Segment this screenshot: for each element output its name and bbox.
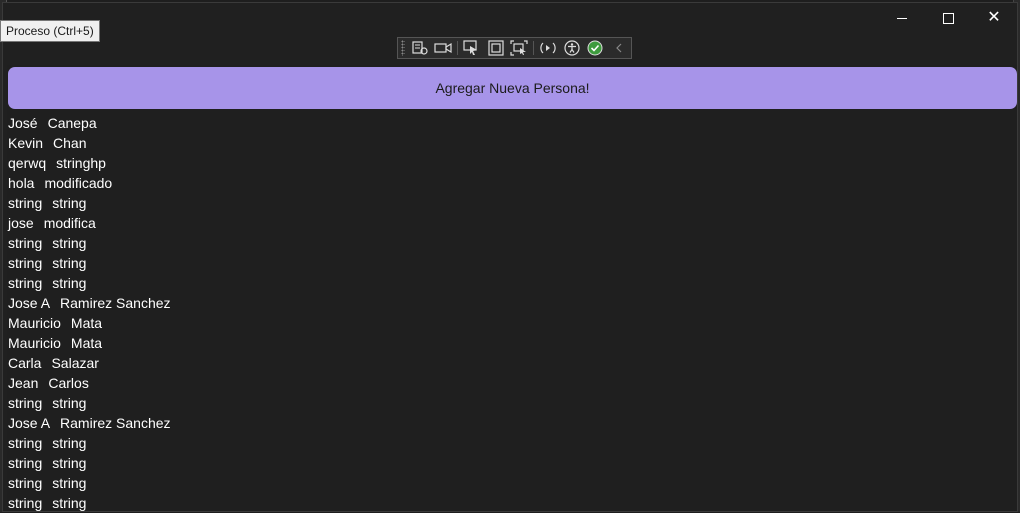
person-last-name: stringhp [56, 155, 106, 171]
person-list-item: jose modifica [8, 213, 171, 233]
person-first-name: jose [8, 215, 34, 231]
person-list-item: string string [8, 233, 171, 253]
add-new-person-button[interactable]: Agregar Nueva Persona! [8, 67, 1017, 109]
close-icon: ✕ [987, 9, 1001, 26]
maximize-icon [942, 12, 954, 24]
person-first-name: Jose A [8, 295, 51, 311]
track-focus-icon[interactable] [507, 38, 531, 58]
person-first-name: Jean [8, 375, 39, 391]
person-last-name: string [52, 395, 87, 411]
person-first-name: string [8, 255, 43, 271]
person-list-item: Jose A Ramirez Sanchez [8, 413, 171, 433]
person-first-name: Mauricio [8, 315, 61, 331]
person-first-name: string [8, 455, 43, 471]
person-last-name: string [52, 495, 87, 511]
properties-icon[interactable] [408, 38, 432, 58]
person-list-item: Mauricio Mata [8, 313, 171, 333]
hot-reload-icon[interactable] [536, 38, 560, 58]
close-button[interactable]: ✕ [971, 3, 1017, 33]
collapse-chevron-icon[interactable] [607, 38, 631, 58]
person-list-item: Kevin Chan [8, 133, 171, 153]
person-first-name: Kevin [8, 135, 44, 151]
person-last-name: Ramirez Sanchez [60, 295, 171, 311]
person-list-item: string string [8, 193, 171, 213]
person-last-name: string [52, 475, 87, 491]
person-list-item: string string [8, 473, 171, 493]
ok-check-icon[interactable] [584, 38, 608, 58]
minimize-button[interactable] [879, 3, 925, 33]
app-window: ✕ Agregar Nueva Persona! José Canepa Kev… [2, 2, 1018, 512]
person-last-name: string [52, 275, 87, 291]
person-last-name: Ramirez Sanchez [60, 415, 171, 431]
toolbar-separator [457, 41, 458, 55]
person-list-item: Mauricio Mata [8, 333, 171, 353]
person-last-name: Mata [70, 315, 103, 331]
person-last-name: Chan [53, 135, 87, 151]
person-list-item: string string [8, 433, 171, 453]
title-bar[interactable]: ✕ [3, 3, 1017, 33]
person-first-name: string [8, 495, 43, 511]
person-last-name: Carlos [48, 375, 89, 391]
main-content: Agregar Nueva Persona! José Canepa Kevin Ch… [7, 65, 1017, 511]
select-element-icon[interactable] [460, 38, 484, 58]
person-first-name: José [8, 115, 38, 131]
person-last-name: string [52, 435, 87, 451]
person-first-name: hola [8, 175, 35, 191]
person-list-item: string string [8, 273, 171, 293]
person-first-name: string [8, 195, 43, 211]
toolbar-separator [533, 41, 535, 55]
person-list-item: string string [8, 453, 171, 473]
person-last-name: modificado [44, 175, 113, 191]
person-last-name: string [52, 235, 87, 251]
tooltip: Proceso (Ctrl+5) [0, 20, 100, 42]
toolbar-grip-icon[interactable] [401, 40, 405, 56]
person-list-item: José Canepa [8, 113, 171, 133]
person-last-name: string [52, 255, 87, 271]
accessibility-icon[interactable] [560, 38, 584, 58]
person-first-name: string [8, 435, 43, 451]
person-list-item: qerwq stringhp [8, 153, 171, 173]
person-list-item: string string [8, 493, 171, 513]
person-first-name: string [8, 275, 43, 291]
display-layout-icon[interactable] [484, 38, 508, 58]
xaml-runtime-toolbar [397, 37, 632, 59]
person-first-name: qerwq [8, 155, 47, 171]
person-first-name: string [8, 395, 43, 411]
person-last-name: Canepa [47, 115, 97, 131]
minimize-icon [897, 17, 907, 19]
person-first-name: Carla [8, 355, 42, 371]
camera-icon[interactable] [431, 38, 455, 58]
person-first-name: string [8, 475, 43, 491]
person-first-name: Jose A [8, 415, 51, 431]
person-last-name: Salazar [51, 355, 99, 371]
person-first-name: string [8, 235, 43, 251]
person-last-name: string [52, 195, 87, 211]
person-first-name: Mauricio [8, 335, 61, 351]
person-last-name: string [52, 455, 87, 471]
person-list-item: Carla Salazar [8, 353, 171, 373]
person-list-item: Jean Carlos [8, 373, 171, 393]
person-list-item: hola modificado [8, 173, 171, 193]
person-list-item: Jose A Ramirez Sanchez [8, 293, 171, 313]
person-list-item: string string [8, 393, 171, 413]
person-list: José Canepa Kevin Chan qerwq stringhp hola modi… [8, 113, 171, 513]
maximize-button[interactable] [925, 3, 971, 33]
person-last-name: Mata [70, 335, 103, 351]
person-list-item: string string [8, 253, 171, 273]
person-last-name: modifica [43, 215, 96, 231]
